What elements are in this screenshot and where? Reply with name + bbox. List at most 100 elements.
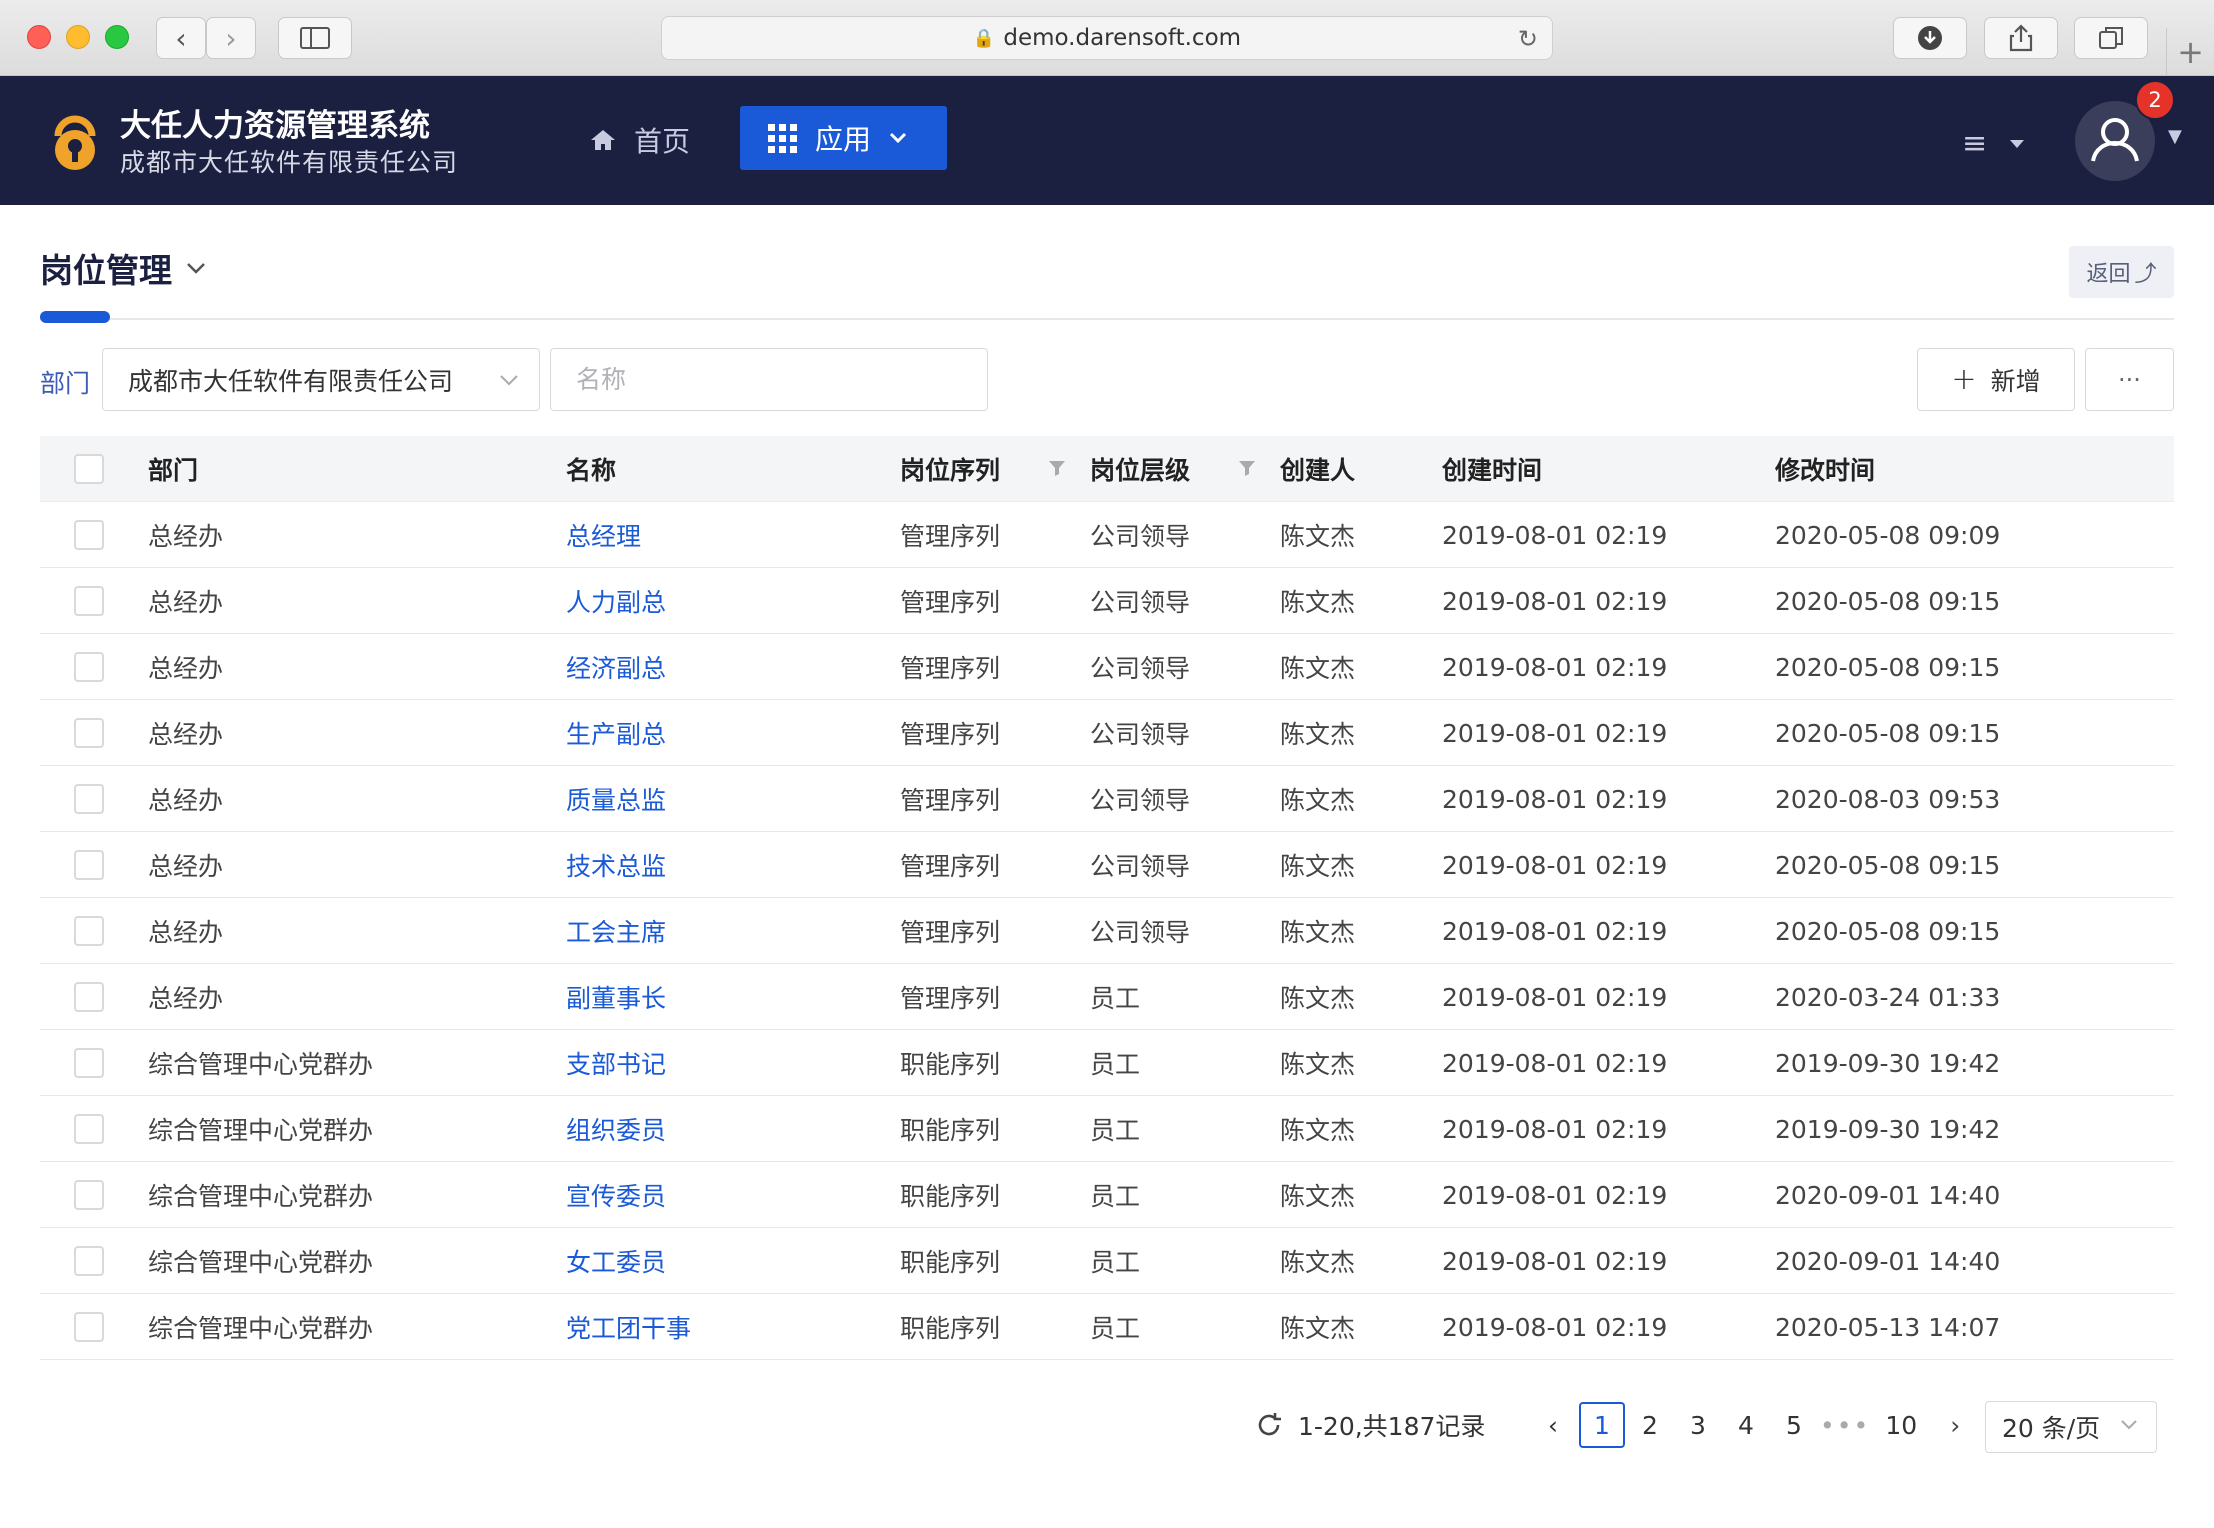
- chevron-right-icon: ›: [225, 21, 237, 55]
- name-search-input[interactable]: [550, 348, 988, 411]
- nav-apps-dropdown[interactable]: 应用: [740, 106, 947, 170]
- row-checkbox[interactable]: [74, 1312, 104, 1342]
- address-bar[interactable]: 🔒 demo.darensoft.com ↻: [661, 16, 1553, 60]
- cell-creator: 陈文杰: [1280, 1182, 1356, 1211]
- notification-badge[interactable]: 2: [2135, 80, 2175, 120]
- filter-icon[interactable]: [1047, 458, 1067, 478]
- cell-name-link[interactable]: 组织委员: [566, 1096, 666, 1162]
- cell-created-time: 2019-08-01 02:19: [1442, 718, 1668, 748]
- cell-name-link[interactable]: 女工委员: [566, 1228, 666, 1294]
- pagination-ellipsis[interactable]: •••: [1820, 1402, 1870, 1448]
- cell-name-link[interactable]: 工会主席: [566, 898, 666, 964]
- row-checkbox[interactable]: [74, 1048, 104, 1078]
- row-checkbox[interactable]: [74, 1246, 104, 1276]
- close-window-button[interactable]: [27, 25, 51, 49]
- cell-created-time: 2019-08-01 02:19: [1442, 784, 1668, 814]
- cell-name-link[interactable]: 人力副总: [566, 568, 666, 634]
- row-checkbox[interactable]: [74, 784, 104, 814]
- home-icon: [591, 130, 615, 150]
- cell-seq: 职能序列: [900, 1050, 1001, 1079]
- cell-name-link[interactable]: 党工团干事: [566, 1294, 691, 1360]
- row-checkbox[interactable]: [74, 586, 104, 616]
- cell-creator: 陈文杰: [1280, 1050, 1356, 1079]
- page-2[interactable]: 2: [1627, 1402, 1673, 1448]
- user-menu-caret-icon[interactable]: ▼: [2168, 126, 2182, 147]
- row-checkbox[interactable]: [74, 982, 104, 1012]
- page-last[interactable]: 10: [1873, 1402, 1929, 1448]
- cell-seq: 职能序列: [900, 1248, 1001, 1277]
- select-all-checkbox[interactable]: [74, 454, 104, 484]
- nav-apps-label: 应用: [815, 123, 872, 156]
- row-checkbox[interactable]: [74, 652, 104, 682]
- back-nav-button[interactable]: ‹: [156, 17, 206, 59]
- dept-select[interactable]: 成都市大任软件有限责任公司: [102, 348, 540, 411]
- cell-name-link[interactable]: 宣传委员: [566, 1162, 666, 1228]
- zoom-window-button[interactable]: [105, 25, 129, 49]
- col-header-seq: 岗位序列: [900, 456, 1001, 485]
- download-icon: [1918, 26, 1942, 50]
- cell-modified-time: 2020-05-08 09:09: [1775, 520, 2001, 550]
- cell-name-link[interactable]: 技术总监: [566, 832, 666, 898]
- page-5[interactable]: 5: [1771, 1402, 1817, 1448]
- app-header: 大任人力资源管理系统 成都市大任软件有限责任公司 首页 应用 ≡ 2 ▼: [0, 76, 2214, 205]
- cell-modified-time: 2020-05-08 09:15: [1775, 718, 2001, 748]
- page-size-select[interactable]: 20 条/页: [1985, 1401, 2157, 1453]
- cell-dept: 综合管理中心党群办: [148, 1182, 374, 1211]
- table-row: 总经办 经济副总 管理序列 公司领导 陈文杰 2019-08-01 02:19 2020-0…: [40, 634, 2174, 700]
- more-icon: ···: [2118, 365, 2141, 394]
- more-actions-button[interactable]: ···: [2085, 348, 2174, 411]
- row-checkbox[interactable]: [74, 1114, 104, 1144]
- page-title[interactable]: 岗位管理: [40, 244, 206, 292]
- minimize-window-button[interactable]: [66, 25, 90, 49]
- page-3[interactable]: 3: [1675, 1402, 1721, 1448]
- table-row: 总经办 总经理 管理序列 公司领导 陈文杰 2019-08-01 02:19 2020-05…: [40, 502, 2174, 568]
- row-checkbox[interactable]: [74, 1180, 104, 1210]
- browser-toolbar: ‹ › 🔒 demo.darensoft.com ↻ +: [0, 0, 2214, 76]
- next-page-icon[interactable]: ›: [1932, 1402, 1978, 1448]
- divider: [40, 318, 2174, 320]
- col-header-modified-time: 修改时间: [1775, 456, 1876, 485]
- refresh-icon[interactable]: [1254, 1410, 1284, 1440]
- prev-page-icon[interactable]: ‹: [1530, 1402, 1576, 1448]
- cell-name-link[interactable]: 质量总监: [566, 766, 666, 832]
- cell-name-link[interactable]: 经济副总: [566, 634, 666, 700]
- tabs-overview-button[interactable]: [2074, 17, 2148, 59]
- add-button[interactable]: + 新增: [1917, 348, 2075, 411]
- cell-creator: 陈文杰: [1280, 1248, 1356, 1277]
- table-row: 总经办 工会主席 管理序列 公司领导 陈文杰 2019-08-01 02:19 2020-0…: [40, 898, 2174, 964]
- cell-name-link[interactable]: 副董事长: [566, 964, 666, 1030]
- back-button[interactable]: 返回 ⤴: [2069, 246, 2174, 298]
- active-tab-indicator: [40, 311, 110, 323]
- page-1[interactable]: 1: [1579, 1402, 1625, 1448]
- share-button[interactable]: [1984, 17, 2058, 59]
- sidebar-toggle-button[interactable]: [278, 17, 352, 59]
- menu-dropdown[interactable]: ≡: [1962, 126, 2025, 161]
- row-checkbox[interactable]: [74, 718, 104, 748]
- cell-created-time: 2019-08-01 02:19: [1442, 1048, 1668, 1078]
- table-body: 总经办 总经理 管理序列 公司领导 陈文杰 2019-08-01 02:19 2020-05…: [40, 502, 2174, 1360]
- cell-seq: 管理序列: [900, 984, 1001, 1013]
- nav-home[interactable]: 首页: [590, 120, 690, 160]
- forward-nav-button[interactable]: ›: [206, 17, 256, 59]
- cell-seq: 管理序列: [900, 918, 1001, 947]
- cell-level: 员工: [1090, 1116, 1141, 1145]
- page-4[interactable]: 4: [1723, 1402, 1769, 1448]
- row-checkbox[interactable]: [74, 520, 104, 550]
- lock-icon: 🔒: [972, 27, 996, 49]
- chevron-left-icon: ‹: [175, 21, 187, 55]
- cell-creator: 陈文杰: [1280, 1116, 1356, 1145]
- row-checkbox[interactable]: [74, 916, 104, 946]
- reload-icon[interactable]: ↻: [1518, 25, 1538, 53]
- filter-icon[interactable]: [1237, 458, 1257, 478]
- cell-dept: 总经办: [148, 588, 224, 617]
- cell-created-time: 2019-08-01 02:19: [1442, 916, 1668, 946]
- cell-level: 员工: [1090, 1314, 1141, 1343]
- new-tab-button[interactable]: +: [2166, 28, 2214, 76]
- cell-seq: 管理序列: [900, 720, 1001, 749]
- row-checkbox[interactable]: [74, 850, 104, 880]
- cell-name-link[interactable]: 总经理: [566, 502, 641, 568]
- downloads-button[interactable]: [1893, 17, 1967, 59]
- cell-name-link[interactable]: 支部书记: [566, 1030, 666, 1096]
- cell-modified-time: 2020-09-01 14:40: [1775, 1246, 2001, 1276]
- cell-name-link[interactable]: 生产副总: [566, 700, 666, 766]
